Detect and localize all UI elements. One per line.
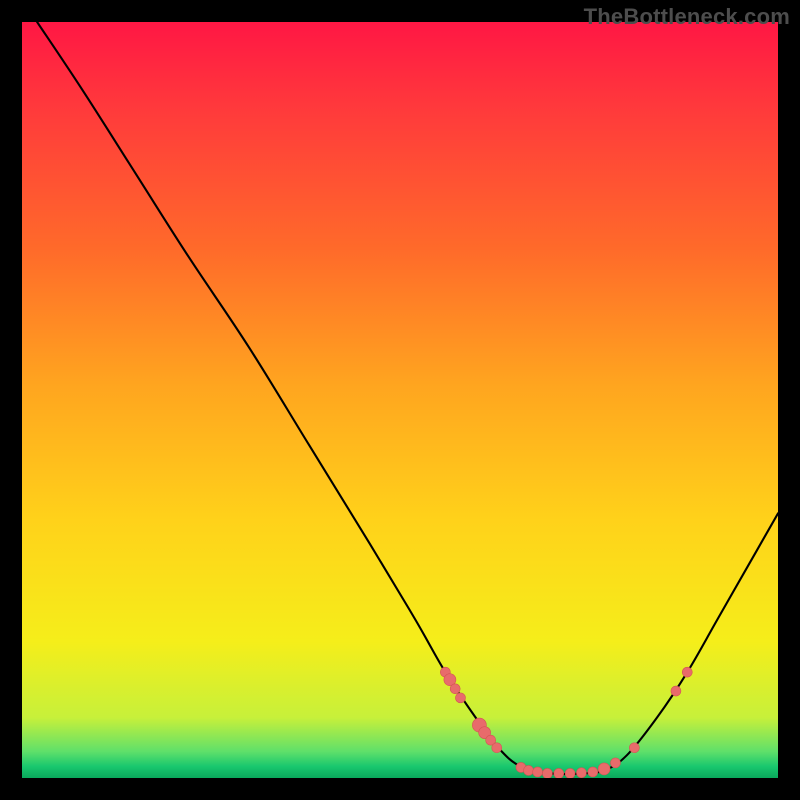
chart-container: TheBottleneck.com	[0, 0, 800, 800]
curve-marker	[629, 743, 639, 753]
curve-marker	[524, 765, 534, 775]
curve-marker	[533, 767, 543, 777]
curve-marker	[450, 684, 460, 694]
curve-marker	[598, 763, 610, 775]
curve-marker	[492, 743, 502, 753]
curve-marker	[565, 768, 575, 778]
curve-marker	[554, 768, 564, 778]
curve-marker	[671, 686, 681, 696]
curve-marker	[588, 767, 598, 777]
curve-marker	[576, 768, 586, 778]
curve-marker	[682, 667, 692, 677]
bottleneck-curve-chart	[22, 22, 778, 778]
attribution-label: TheBottleneck.com	[584, 4, 790, 30]
curve-marker	[455, 693, 465, 703]
curve-marker	[542, 768, 552, 778]
curve-marker	[610, 758, 620, 768]
plot-background	[22, 22, 778, 778]
